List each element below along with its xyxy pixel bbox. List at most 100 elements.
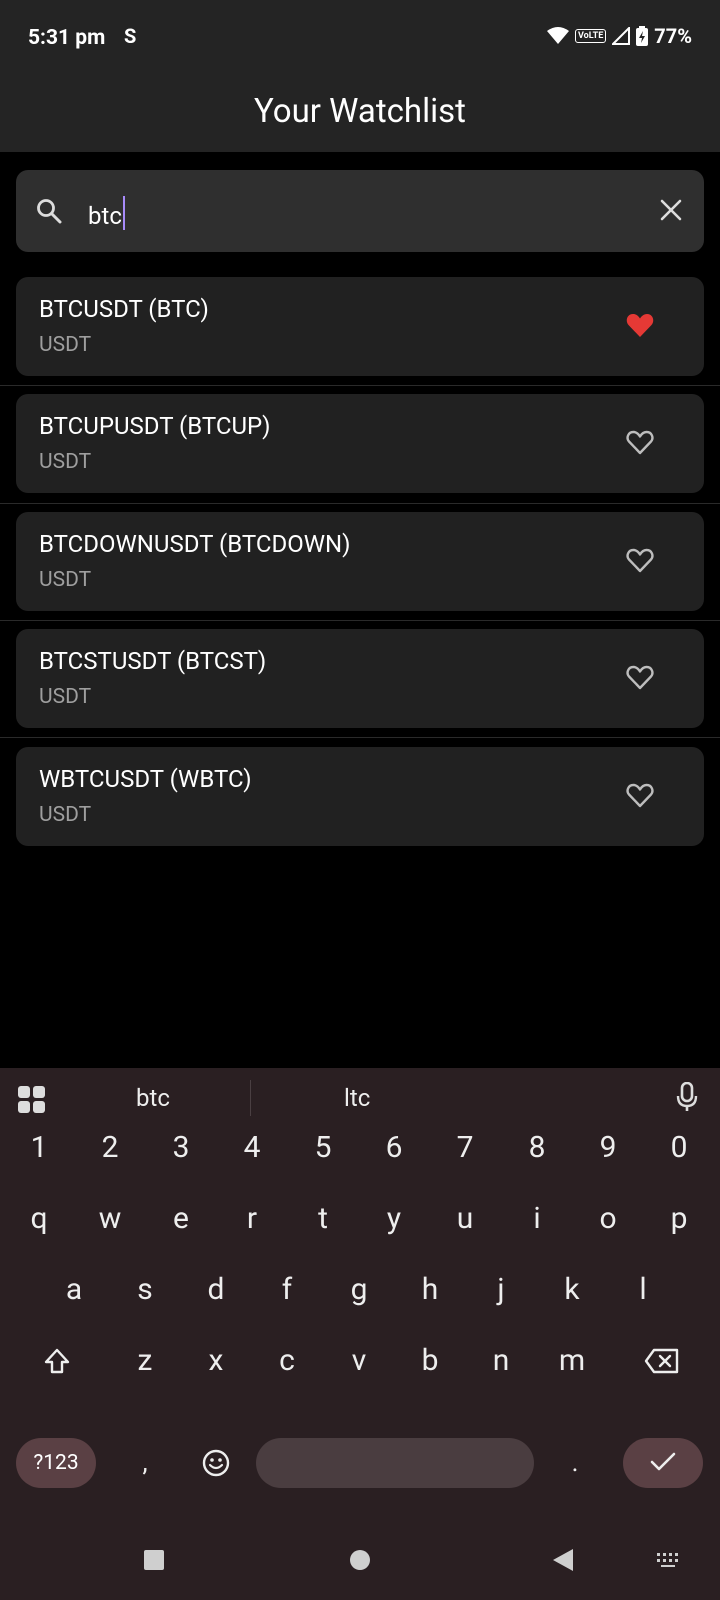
- keyboard: btc ltc 1 2 3 4 5 6 7 8 9 0 q w e r t y …: [0, 1068, 720, 1600]
- recents-icon[interactable]: [143, 1549, 165, 1571]
- shift-icon[interactable]: [43, 1347, 71, 1375]
- period-key[interactable]: .: [540, 1438, 610, 1488]
- list-item[interactable]: BTCUPUSDT (BTCUP) USDT: [16, 394, 704, 493]
- home-icon[interactable]: [349, 1549, 371, 1571]
- signal-icon: [612, 27, 631, 45]
- pair-title: WBTCUSDT (WBTC): [39, 765, 252, 793]
- suggestion-2[interactable]: ltc: [344, 1084, 370, 1112]
- pair-title: BTCUPUSDT (BTCUP): [39, 412, 271, 440]
- key-row-numbers: 1 2 3 4 5 6 7 8 9 0: [0, 1118, 720, 1178]
- key-j[interactable]: j: [466, 1260, 536, 1320]
- key-5[interactable]: 5: [288, 1118, 358, 1178]
- keyboard-switch-icon[interactable]: [656, 1552, 680, 1568]
- key-m[interactable]: m: [537, 1331, 607, 1391]
- heart-filled-icon[interactable]: [626, 312, 654, 338]
- status-icons: VoLTE 77%: [546, 24, 692, 48]
- suggestion-1[interactable]: btc: [136, 1084, 170, 1112]
- pair-quote: USDT: [39, 568, 92, 592]
- key-p[interactable]: p: [644, 1189, 714, 1249]
- divider: [0, 385, 720, 386]
- key-n[interactable]: n: [466, 1331, 536, 1391]
- list-item[interactable]: WBTCUSDT (WBTC) USDT: [16, 747, 704, 846]
- pair-title: BTCUSDT (BTC): [39, 295, 209, 323]
- key-w[interactable]: w: [75, 1189, 145, 1249]
- key-d[interactable]: d: [181, 1260, 251, 1320]
- heart-outline-icon[interactable]: [626, 664, 654, 690]
- backspace-icon[interactable]: [644, 1347, 680, 1375]
- key-2[interactable]: 2: [75, 1118, 145, 1178]
- pair-title: BTCSTUSDT (BTCST): [39, 647, 267, 675]
- key-7[interactable]: 7: [430, 1118, 500, 1178]
- close-icon[interactable]: [660, 199, 682, 221]
- apps-grid-icon[interactable]: [18, 1086, 46, 1114]
- key-8[interactable]: 8: [502, 1118, 572, 1178]
- battery-icon: [636, 26, 649, 46]
- key-b[interactable]: b: [395, 1331, 465, 1391]
- status-bar: 5:31 pm S VoLTE 77%: [0, 0, 720, 80]
- key-z[interactable]: z: [110, 1331, 180, 1391]
- divider: [0, 737, 720, 738]
- key-f[interactable]: f: [252, 1260, 322, 1320]
- navigation-bar: [0, 1530, 720, 1600]
- emoji-icon[interactable]: [202, 1449, 230, 1477]
- key-row-home: a s d f g h j k l: [0, 1260, 720, 1320]
- list-item[interactable]: BTCSTUSDT (BTCST) USDT: [16, 629, 704, 728]
- key-t[interactable]: t: [288, 1189, 358, 1249]
- key-row-top: q w e r t y u i o p: [0, 1189, 720, 1249]
- search-bar[interactable]: btc: [16, 170, 704, 252]
- key-c[interactable]: c: [252, 1331, 322, 1391]
- key-g[interactable]: g: [324, 1260, 394, 1320]
- pair-title: BTCDOWNUSDT (BTCDOWN): [39, 530, 351, 558]
- key-h[interactable]: h: [395, 1260, 465, 1320]
- key-3[interactable]: 3: [146, 1118, 216, 1178]
- wifi-icon: [546, 27, 569, 44]
- key-e[interactable]: e: [146, 1189, 216, 1249]
- symbols-key[interactable]: ?123: [16, 1438, 96, 1488]
- key-y[interactable]: y: [359, 1189, 429, 1249]
- heart-outline-icon[interactable]: [626, 782, 654, 808]
- comma-key[interactable]: ,: [110, 1438, 180, 1488]
- key-r[interactable]: r: [217, 1189, 287, 1249]
- back-icon[interactable]: [552, 1548, 574, 1572]
- key-k[interactable]: k: [537, 1260, 607, 1320]
- checkmark-icon: [650, 1452, 676, 1471]
- search-icon: [37, 199, 62, 224]
- key-l[interactable]: l: [608, 1260, 678, 1320]
- space-key[interactable]: [256, 1438, 534, 1488]
- pair-quote: USDT: [39, 803, 92, 827]
- key-x[interactable]: x: [181, 1331, 251, 1391]
- pair-quote: USDT: [39, 450, 92, 474]
- pair-quote: USDT: [39, 333, 92, 357]
- heart-outline-icon[interactable]: [626, 429, 654, 455]
- divider: [0, 620, 720, 621]
- key-i[interactable]: i: [502, 1189, 572, 1249]
- key-row-bottom: z x c v b n m: [0, 1331, 720, 1391]
- key-0[interactable]: 0: [644, 1118, 714, 1178]
- key-q[interactable]: q: [4, 1189, 74, 1249]
- s-icon: S: [124, 24, 137, 48]
- heart-outline-icon[interactable]: [626, 547, 654, 573]
- enter-key[interactable]: [623, 1438, 703, 1488]
- search-input[interactable]: btc: [88, 196, 125, 230]
- suggestion-separator: [250, 1080, 251, 1116]
- mic-icon[interactable]: [676, 1082, 698, 1112]
- key-o[interactable]: o: [573, 1189, 643, 1249]
- volte-icon: VoLTE: [574, 29, 607, 43]
- list-item[interactable]: BTCUSDT (BTC) USDT: [16, 277, 704, 376]
- search-text: btc: [88, 202, 122, 230]
- page-title: Your Watchlist: [254, 92, 466, 131]
- battery-percent: 77%: [654, 24, 692, 48]
- key-a[interactable]: a: [39, 1260, 109, 1320]
- key-1[interactable]: 1: [4, 1118, 74, 1178]
- key-s[interactable]: s: [110, 1260, 180, 1320]
- key-4[interactable]: 4: [217, 1118, 287, 1178]
- list-item[interactable]: BTCDOWNUSDT (BTCDOWN) USDT: [16, 512, 704, 611]
- app-bar: Your Watchlist: [0, 80, 720, 152]
- key-u[interactable]: u: [430, 1189, 500, 1249]
- key-v[interactable]: v: [324, 1331, 394, 1391]
- text-cursor: [122, 196, 125, 230]
- divider: [0, 503, 720, 504]
- status-time: 5:31 pm: [28, 26, 106, 50]
- key-6[interactable]: 6: [359, 1118, 429, 1178]
- key-9[interactable]: 9: [573, 1118, 643, 1178]
